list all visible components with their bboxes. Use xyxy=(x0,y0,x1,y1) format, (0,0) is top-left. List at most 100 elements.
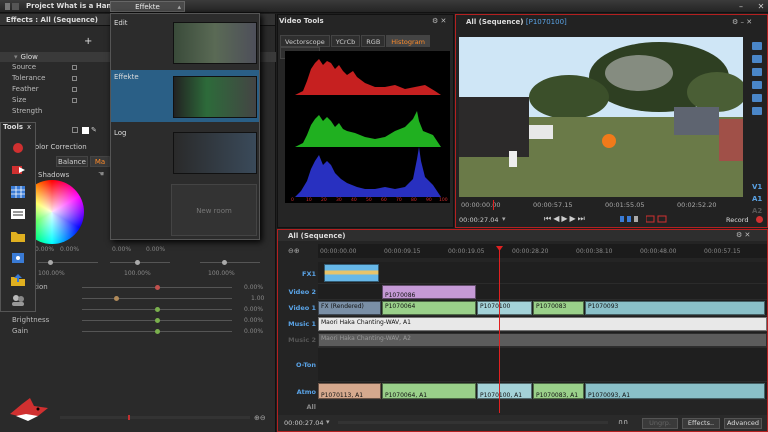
record-icon[interactable] xyxy=(756,216,763,223)
monitor-tool-icon[interactable] xyxy=(752,68,762,76)
room-item-effekte[interactable]: Effekte xyxy=(111,70,259,122)
track-label-music1[interactable]: Music 1 xyxy=(284,320,316,328)
timeline-clip[interactable]: FX (Rendered) xyxy=(318,301,381,315)
keyboard-icon[interactable] xyxy=(10,207,26,221)
timeline-clip[interactable]: Maori Haka Chanting-WAV, A2 xyxy=(318,333,767,347)
app-menu-icon[interactable] xyxy=(4,2,20,11)
timeline-clip[interactable]: P1070113, A1 xyxy=(318,383,381,399)
hand-icon[interactable]: ☚ xyxy=(98,170,104,178)
ungroup-button[interactable]: Ungrp. xyxy=(642,418,678,429)
track-label-video2[interactable]: Video 2 xyxy=(284,288,316,296)
timeline-clip[interactable]: P1070100 xyxy=(477,301,532,315)
histogram-axis: 0 10 20 30 40 50 60 70 80 90 100 xyxy=(289,198,449,204)
timeline-clip[interactable]: Maori Haka Chanting-WAV, A1 xyxy=(318,317,767,331)
export-arrow-icon[interactable] xyxy=(10,163,26,177)
grid-icon[interactable] xyxy=(10,185,26,199)
track-label-fx1[interactable]: FX1 xyxy=(284,270,316,278)
timeline-clip[interactable]: P1070064, A1 xyxy=(382,383,476,399)
timeline-zoom-icon[interactable]: ⊖⊕ xyxy=(288,247,300,255)
track-label-atmo[interactable]: Atmo xyxy=(284,388,316,396)
track-label-all[interactable]: All xyxy=(284,403,317,411)
timecode-dropdown-icon[interactable]: ▾ xyxy=(326,418,330,426)
track-label-music2[interactable]: Music 2 xyxy=(284,336,316,344)
new-room-button[interactable]: New room xyxy=(171,184,257,236)
histogram-blue xyxy=(295,147,441,197)
preview-ruler[interactable]: 00:00:00.00 00:00:57.15 00:01:55.05 00:0… xyxy=(459,200,743,211)
keyframe-icon[interactable] xyxy=(72,98,77,103)
slider-knob[interactable] xyxy=(114,296,119,301)
timeline-scrollbar[interactable] xyxy=(338,421,608,424)
eyedropper-icon[interactable]: ✎ xyxy=(91,126,97,134)
slider-knob[interactable] xyxy=(48,260,53,265)
users-icon[interactable] xyxy=(10,293,26,307)
transport-controls[interactable]: ⏮◀▶▶⏭ xyxy=(544,214,587,224)
timeline-clip[interactable]: P1070083 xyxy=(533,301,584,315)
close-icon[interactable]: ✕ xyxy=(756,2,766,11)
panel-menu-icon[interactable]: ⚙ – ✕ xyxy=(732,18,752,26)
monitor-tool-icon[interactable] xyxy=(752,94,762,102)
keyframe-icon[interactable] xyxy=(72,76,77,81)
tab-histogram[interactable]: Histogram xyxy=(386,35,431,47)
timeline-clip[interactable]: P1070083, A1 xyxy=(533,383,584,399)
zoom-icon[interactable]: ⊕⊖ xyxy=(254,414,266,422)
slider-knob[interactable] xyxy=(155,329,160,334)
timeline-clip[interactable]: P1070064 xyxy=(382,301,476,315)
color-correction-header[interactable]: Color Correction xyxy=(30,143,87,151)
add-effect-icon[interactable]: + xyxy=(84,36,92,47)
slider-knob[interactable] xyxy=(155,285,160,290)
track-indicator-a1[interactable]: A1 xyxy=(752,195,762,203)
tab-ma[interactable]: Ma xyxy=(90,156,110,167)
fx-clip[interactable] xyxy=(324,264,379,282)
timeline-clip[interactable]: P1070093 xyxy=(585,301,765,315)
timecode-dropdown-icon[interactable]: ▾ xyxy=(502,215,506,223)
layout-selector[interactable]: Effekte ▴ xyxy=(110,1,185,12)
playhead[interactable] xyxy=(493,200,494,210)
effects-scrollbar[interactable] xyxy=(60,415,250,420)
tab-ycrcb[interactable]: YCrCb xyxy=(330,35,361,47)
track-label-video1[interactable]: Video 1 xyxy=(284,304,316,312)
highlights-level-slider[interactable] xyxy=(200,262,260,263)
snap-icon[interactable]: ∩∩ xyxy=(618,418,628,426)
track-indicator-a2[interactable]: A2 xyxy=(752,207,762,215)
tab-balance[interactable]: Balance xyxy=(56,156,88,167)
monitor-tool-icon[interactable] xyxy=(752,107,762,115)
video-frame[interactable] xyxy=(459,37,743,197)
folder-icon[interactable] xyxy=(10,229,26,243)
tab-vectorscope[interactable]: Vectorscope xyxy=(280,35,330,47)
panel-menu-icon[interactable]: ⚙ ✕ xyxy=(432,17,446,25)
midtones-level-slider[interactable] xyxy=(110,262,170,263)
shadows-level-slider[interactable] xyxy=(38,262,98,263)
keyframe-icon[interactable] xyxy=(72,127,78,133)
monitor-tool-icon[interactable] xyxy=(752,81,762,89)
monitor-tool-icon[interactable] xyxy=(752,55,762,63)
effects-button[interactable]: Effects.. xyxy=(682,418,720,429)
timeline-clip[interactable]: P1070100, A1 xyxy=(477,383,532,399)
network-icon[interactable] xyxy=(10,251,26,265)
tab-ma-label: Ma xyxy=(94,158,106,166)
timeline-playhead[interactable] xyxy=(499,246,500,413)
close-icon[interactable]: x xyxy=(27,123,31,131)
monitor-tool-icon[interactable] xyxy=(752,42,762,50)
color-swatch[interactable] xyxy=(82,127,89,134)
track-label-oton[interactable]: O-Ton xyxy=(284,361,316,369)
record-icon[interactable] xyxy=(10,141,26,155)
import-icon[interactable] xyxy=(10,273,26,287)
advanced-button[interactable]: Advanced xyxy=(724,418,762,429)
timeline-clip[interactable]: P1070086 xyxy=(382,285,476,299)
slider-knob[interactable] xyxy=(155,307,160,312)
slider-knob[interactable] xyxy=(222,260,227,265)
timeline-ruler[interactable]: 00:00:00.00 00:00:09.15 00:00:19.05 00:0… xyxy=(318,244,767,258)
timeline-clip[interactable]: P1070093, A1 xyxy=(585,383,765,399)
room-item-edit[interactable]: Edit xyxy=(111,16,259,68)
panel-menu-icon[interactable]: ⚙ ✕ xyxy=(736,231,750,239)
tab-rgb[interactable]: RGB xyxy=(361,35,386,47)
room-item-log[interactable]: Log xyxy=(111,126,259,178)
keyframe-icon[interactable] xyxy=(72,65,77,70)
slider-knob[interactable] xyxy=(135,260,140,265)
screen-mode-icons[interactable] xyxy=(645,215,668,223)
slider-knob[interactable] xyxy=(155,318,160,323)
record-label[interactable]: Record xyxy=(726,216,748,224)
track-indicator-v1[interactable]: V1 xyxy=(752,183,762,191)
minimize-icon[interactable]: – xyxy=(736,2,746,11)
keyframe-icon[interactable] xyxy=(72,87,77,92)
